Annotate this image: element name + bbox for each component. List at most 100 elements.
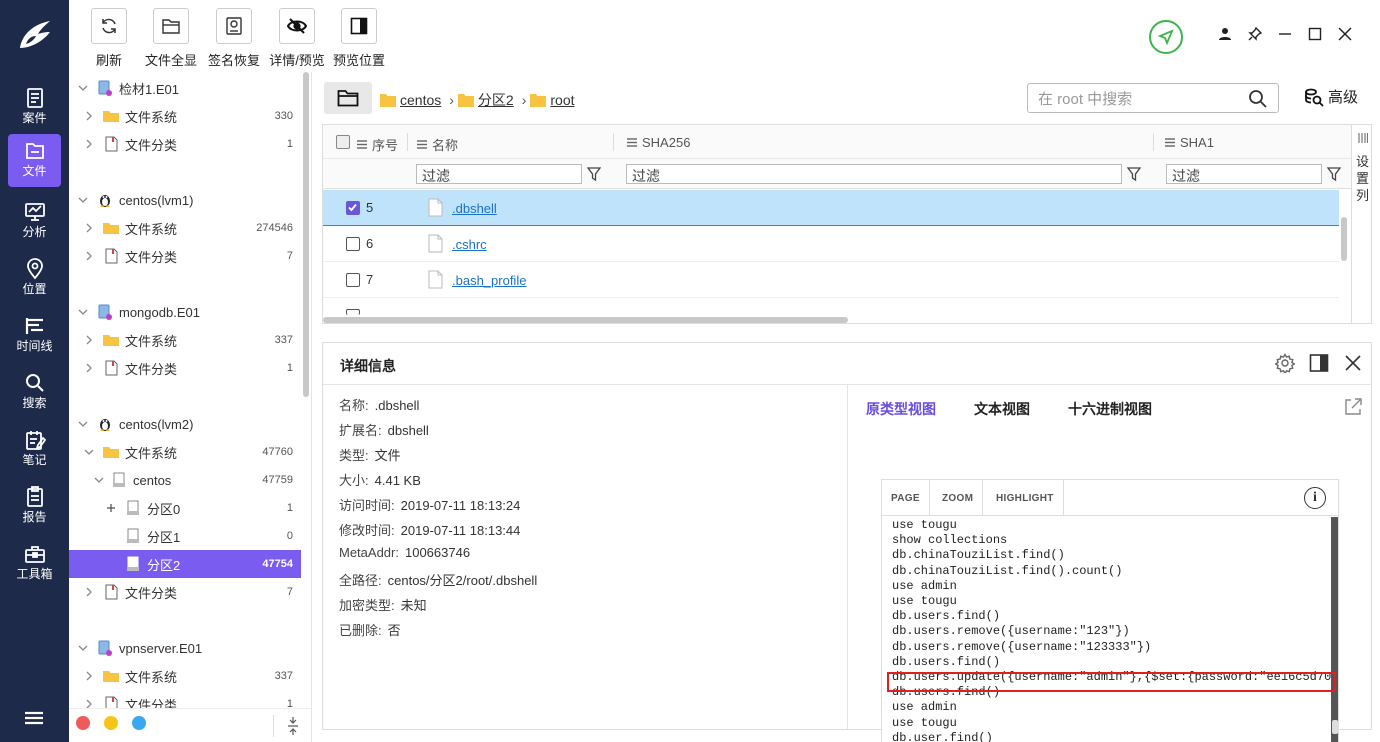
tree-item[interactable]: 文件分类 1	[69, 130, 301, 158]
tree-item[interactable]: mongodb.E01	[69, 298, 301, 326]
column-sha1[interactable]: SHA1	[1165, 135, 1214, 150]
chevron-down-icon[interactable]	[77, 82, 89, 94]
sha1-filter-input[interactable]: 过滤	[1166, 164, 1322, 184]
info-icon[interactable]: i	[1304, 487, 1326, 509]
chevron-right-icon[interactable]	[83, 110, 95, 122]
detail-preview-button[interactable]: 详情/预览	[266, 8, 328, 69]
chevron-down-icon[interactable]	[83, 446, 95, 458]
nav-item-timeline[interactable]: 时间线	[8, 309, 61, 362]
nav-item-location[interactable]: 位置	[8, 252, 61, 305]
breadcrumb-partition2[interactable]: 分区2	[478, 90, 514, 110]
advanced-search-button[interactable]: 高级	[1304, 86, 1358, 107]
table-row-partial[interactable]	[323, 298, 1339, 318]
column-sha256[interactable]: SHA256	[627, 135, 690, 150]
tree-item[interactable]: 文件系统 274546	[69, 214, 301, 242]
search-icon[interactable]	[1248, 89, 1268, 109]
navigation-button[interactable]	[1149, 20, 1183, 54]
chevron-right-icon[interactable]	[83, 334, 95, 346]
row-checkbox[interactable]	[346, 273, 360, 287]
tree-item[interactable]: centos(lvm1)	[69, 186, 301, 214]
breadcrumb-root[interactable]: root	[550, 92, 574, 108]
tab-native-view[interactable]: 原类型视图	[866, 399, 936, 419]
nav-item-toolbox[interactable]: 工具箱	[8, 537, 61, 590]
chevron-right-icon[interactable]	[83, 250, 95, 262]
tree-item[interactable]: 文件分类 7	[69, 242, 301, 270]
filter-icon[interactable]	[1327, 166, 1341, 182]
viewer-vertical-thumb[interactable]	[1332, 720, 1338, 734]
viewer-vertical-scrollbar[interactable]	[1331, 517, 1338, 742]
row-checkbox[interactable]	[346, 237, 360, 251]
pin-button[interactable]	[1240, 22, 1270, 46]
tree-item[interactable]: 文件系统 330	[69, 102, 301, 130]
page-button[interactable]: PAGE	[882, 480, 930, 516]
tree-item[interactable]: 文件系统 47760	[69, 438, 301, 466]
chevron-down-icon[interactable]	[77, 194, 89, 206]
sha256-filter-input[interactable]: 过滤	[626, 164, 1122, 184]
file-name-link[interactable]: .dbshell	[452, 201, 497, 216]
status-dot-red[interactable]	[76, 716, 90, 730]
close-window-button[interactable]	[1330, 22, 1360, 46]
column-divider[interactable]	[613, 133, 614, 151]
tree-item[interactable]: centos 47759	[69, 466, 301, 494]
status-dot-blue[interactable]	[132, 716, 146, 730]
tree-item[interactable]: vpnserver.E01	[69, 634, 301, 662]
status-dot-yellow[interactable]	[104, 716, 118, 730]
nav-item-analysis[interactable]: 分析	[8, 195, 61, 248]
tree-item[interactable]: 分区0 1	[69, 494, 301, 522]
chevron-down-icon[interactable]	[93, 474, 105, 486]
nav-item-file[interactable]: 文件	[8, 134, 61, 187]
folder-view-button[interactable]	[324, 82, 372, 114]
select-all-checkbox[interactable]	[336, 135, 350, 149]
tree-item[interactable]: centos(lvm2)	[69, 410, 301, 438]
chevron-right-icon[interactable]	[83, 362, 95, 374]
zoom-button[interactable]: ZOOM	[933, 480, 984, 516]
signature-restore-button[interactable]: 签名恢复	[203, 8, 265, 69]
chevron-down-icon[interactable]	[77, 642, 89, 654]
filter-icon[interactable]	[1127, 166, 1141, 182]
search-input[interactable]	[1038, 89, 1243, 109]
highlight-button[interactable]: HIGHLIGHT	[987, 480, 1064, 516]
row-checkbox[interactable]	[346, 201, 360, 215]
chevron-down-icon[interactable]	[77, 418, 89, 430]
plus-icon[interactable]	[105, 502, 117, 514]
column-name[interactable]: 名称	[417, 135, 458, 154]
nav-item-case[interactable]: 案件	[8, 81, 61, 134]
show-all-files-button[interactable]: 文件全显	[140, 8, 202, 69]
chevron-right-icon[interactable]	[83, 586, 95, 598]
table-row[interactable]: 6 .cshrc	[323, 226, 1339, 262]
tree-item[interactable]: 检材1.E01	[69, 74, 301, 102]
nav-item-note[interactable]: 笔记	[8, 423, 61, 476]
close-icon[interactable]	[1343, 353, 1363, 373]
tab-text-view[interactable]: 文本视图	[974, 399, 1030, 419]
collapse-tree-icon[interactable]	[287, 717, 299, 735]
tab-hex-view[interactable]: 十六进制视图	[1068, 399, 1152, 419]
row-checkbox[interactable]	[346, 309, 360, 315]
column-index[interactable]: 序号	[357, 135, 398, 154]
gear-icon[interactable]	[1275, 353, 1295, 373]
chevron-right-icon[interactable]	[83, 670, 95, 682]
tree-item[interactable]: 分区1 0	[69, 522, 301, 550]
chevron-down-icon[interactable]	[77, 306, 89, 318]
tree-item[interactable]: 文件分类 1	[69, 354, 301, 382]
minimize-button[interactable]	[1270, 22, 1300, 46]
column-settings-button[interactable]: 设置列	[1351, 125, 1371, 323]
tree-item[interactable]: 文件分类 7	[69, 578, 301, 606]
filter-icon[interactable]	[587, 166, 601, 182]
column-divider[interactable]	[1153, 133, 1154, 151]
name-filter-input[interactable]: 过滤	[416, 164, 582, 184]
grid-vertical-scrollbar[interactable]	[1341, 217, 1347, 261]
tree-item[interactable]: 文件系统 337	[69, 326, 301, 354]
chevron-right-icon[interactable]	[83, 222, 95, 234]
maximize-button[interactable]	[1300, 22, 1330, 46]
tree-item[interactable]: 文件系统 337	[69, 662, 301, 690]
panel-right-icon[interactable]	[1309, 353, 1329, 373]
table-row[interactable]: 5 .dbshell	[323, 190, 1339, 226]
external-link-icon[interactable]	[1343, 397, 1363, 417]
table-row[interactable]: 7 .bash_profile	[323, 262, 1339, 298]
grid-horizontal-scrollbar[interactable]	[323, 317, 848, 323]
hamburger-menu-icon[interactable]	[23, 708, 45, 728]
breadcrumb-centos[interactable]: centos	[400, 92, 441, 108]
file-name-link[interactable]: .bash_profile	[452, 273, 526, 288]
file-name-link[interactable]: .cshrc	[452, 237, 487, 252]
preview-position-button[interactable]: 预览位置	[328, 8, 390, 69]
